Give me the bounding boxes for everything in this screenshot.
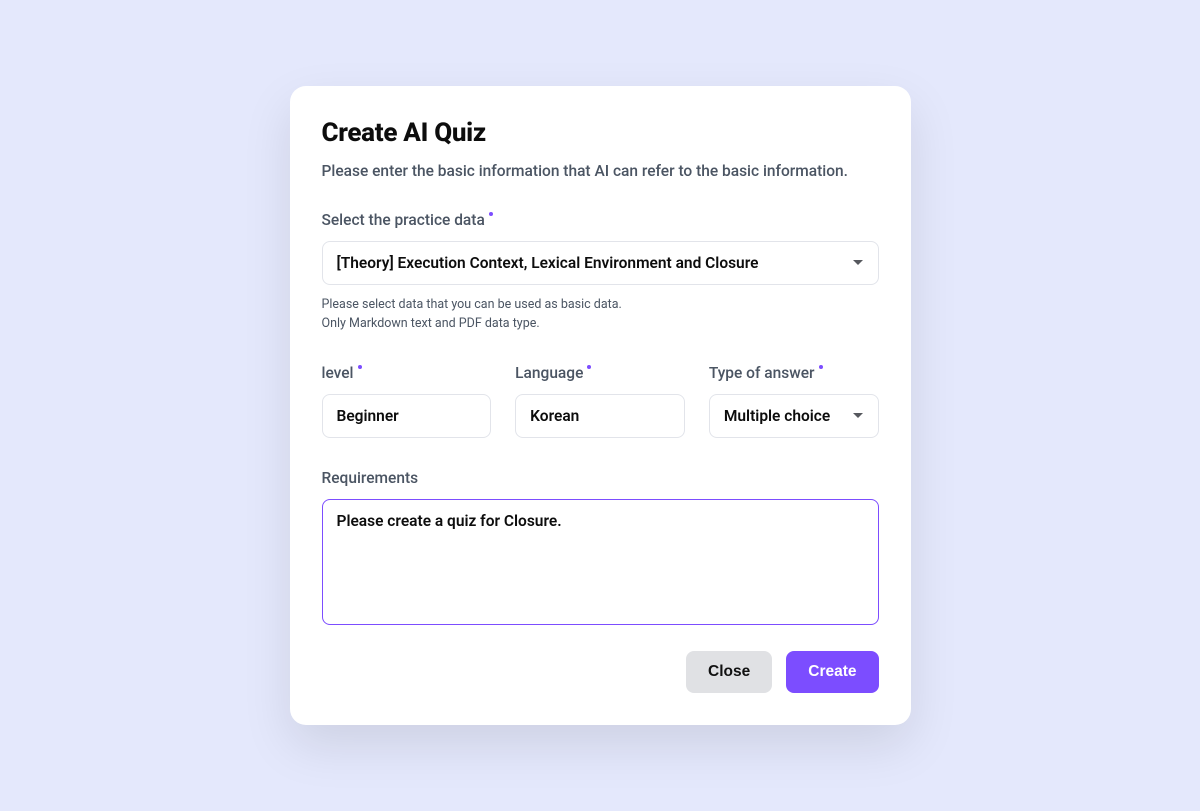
answer-type-value: Multiple choice: [724, 407, 852, 425]
modal-actions: Close Create: [322, 651, 879, 693]
caret-down-icon: [852, 259, 864, 267]
helper-line-1: Please select data that you can be used …: [322, 295, 879, 314]
create-ai-quiz-modal: Create AI Quiz Please enter the basic in…: [290, 86, 911, 726]
modal-title: Create AI Quiz: [322, 118, 879, 148]
requirements-field: Requirements: [322, 468, 879, 629]
practice-data-label: Select the practice data: [322, 211, 485, 229]
modal-subtitle: Please enter the basic information that …: [322, 162, 879, 180]
practice-data-select[interactable]: [Theory] Execution Context, Lexical Envi…: [322, 241, 879, 285]
level-value: Beginner: [337, 407, 477, 425]
level-select[interactable]: Beginner: [322, 394, 492, 438]
requirements-label: Requirements: [322, 469, 419, 487]
language-field: Language Korean: [515, 363, 685, 438]
requirements-textarea[interactable]: [322, 499, 879, 625]
language-select[interactable]: Korean: [515, 394, 685, 438]
helper-line-2: Only Markdown text and PDF data type.: [322, 314, 879, 333]
caret-down-icon: [852, 412, 864, 420]
answer-type-label: Type of answer: [709, 364, 815, 382]
practice-data-value: [Theory] Execution Context, Lexical Envi…: [337, 254, 852, 272]
level-label: level: [322, 364, 354, 382]
create-button[interactable]: Create: [786, 651, 878, 693]
answer-type-field: Type of answer Multiple choice: [709, 363, 879, 438]
practice-data-helper: Please select data that you can be used …: [322, 295, 879, 334]
language-label: Language: [515, 364, 583, 382]
close-button[interactable]: Close: [686, 651, 772, 693]
answer-type-select[interactable]: Multiple choice: [709, 394, 879, 438]
practice-data-field: Select the practice data [Theory] Execut…: [322, 210, 879, 334]
level-field: level Beginner: [322, 363, 492, 438]
language-value: Korean: [530, 407, 670, 425]
